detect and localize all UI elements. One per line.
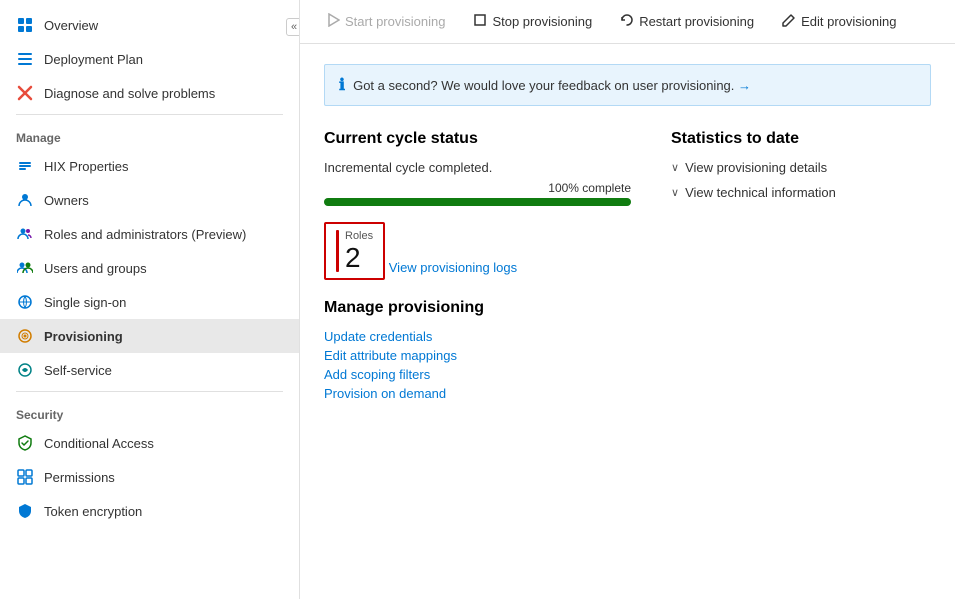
sidebar: « Overview Deployment Plan Diagnose and …	[0, 0, 300, 599]
left-column: Current cycle status Incremental cycle c…	[324, 130, 631, 405]
sidebar-item-diagnose-label: Diagnose and solve problems	[44, 86, 215, 101]
view-provisioning-details-item[interactable]: ∨ View provisioning details	[671, 160, 931, 175]
self-service-icon	[16, 361, 34, 379]
sidebar-item-users-groups[interactable]: Users and groups	[0, 251, 299, 285]
update-credentials-link[interactable]: Update credentials	[324, 329, 631, 344]
roles-icon	[16, 225, 34, 243]
stop-provisioning-button[interactable]: Stop provisioning	[463, 8, 602, 35]
add-scoping-filters-link[interactable]: Add scoping filters	[324, 367, 631, 382]
sidebar-item-provisioning[interactable]: Provisioning	[0, 319, 299, 353]
roles-card-inner: Roles 2	[336, 230, 373, 272]
sidebar-item-diagnose[interactable]: Diagnose and solve problems	[0, 76, 299, 110]
sidebar-item-token-encryption[interactable]: Token encryption	[0, 494, 299, 528]
sidebar-item-properties[interactable]: HIX Properties	[0, 149, 299, 183]
manage-section-label: Manage	[0, 119, 299, 149]
provisioning-icon	[16, 327, 34, 345]
edit-attribute-mappings-link[interactable]: Edit attribute mappings	[324, 348, 631, 363]
sidebar-item-overview[interactable]: Overview	[0, 8, 299, 42]
roles-card-content: Roles 2	[345, 230, 373, 272]
start-provisioning-label: Start provisioning	[345, 14, 445, 29]
roles-card-bar	[336, 230, 339, 272]
view-provisioning-details-label: View provisioning details	[685, 160, 827, 175]
cycle-status-text: Incremental cycle completed.	[324, 160, 631, 175]
overview-icon	[16, 16, 34, 34]
sidebar-item-roles-label: Roles and administrators (Preview)	[44, 227, 246, 242]
start-icon	[326, 13, 340, 30]
edit-provisioning-label: Edit provisioning	[801, 14, 896, 29]
manage-provisioning-title: Manage provisioning	[324, 299, 631, 317]
users-groups-icon	[16, 259, 34, 277]
progress-bar-fill	[324, 198, 631, 206]
sidebar-item-properties-label: HIX Properties	[44, 159, 129, 174]
diagnose-icon	[16, 84, 34, 102]
sidebar-item-overview-label: Overview	[44, 18, 98, 33]
current-cycle-section: Current cycle status Incremental cycle c…	[324, 130, 631, 299]
roles-card: Roles 2	[324, 222, 385, 280]
roles-card-value: 2	[345, 244, 373, 272]
columns-layout: Current cycle status Incremental cycle c…	[324, 130, 931, 405]
chevron-down-icon-2: ∨	[671, 186, 679, 199]
manage-provisioning-section: Manage provisioning Update credentials E…	[324, 299, 631, 401]
sidebar-item-token-label: Token encryption	[44, 504, 142, 519]
permissions-icon	[16, 468, 34, 486]
sidebar-item-conditional-access[interactable]: Conditional Access	[0, 426, 299, 460]
banner-text: Got a second? We would love your feedbac…	[353, 78, 751, 93]
stop-icon	[473, 13, 487, 30]
provision-on-demand-link[interactable]: Provision on demand	[324, 386, 631, 401]
toolbar: Start provisioning Stop provisioning Res…	[300, 0, 955, 44]
sidebar-item-permissions[interactable]: Permissions	[0, 460, 299, 494]
owners-icon	[16, 191, 34, 209]
sidebar-item-deployment-plan[interactable]: Deployment Plan	[0, 42, 299, 76]
view-technical-info-label: View technical information	[685, 185, 836, 200]
collapse-button[interactable]: «	[286, 18, 300, 36]
edit-icon	[782, 13, 796, 30]
sidebar-item-sso[interactable]: Single sign-on	[0, 285, 299, 319]
banner-link[interactable]: →	[738, 78, 751, 93]
info-icon: ℹ	[339, 75, 345, 95]
sidebar-item-ca-label: Conditional Access	[44, 436, 154, 451]
sso-icon	[16, 293, 34, 311]
progress-label: 100% complete	[324, 181, 631, 195]
statistics-title: Statistics to date	[671, 130, 931, 148]
start-provisioning-button[interactable]: Start provisioning	[316, 8, 455, 35]
content-area: ℹ Got a second? We would love your feedb…	[300, 44, 955, 599]
restart-icon	[620, 13, 634, 30]
restart-provisioning-label: Restart provisioning	[639, 14, 754, 29]
progress-bar	[324, 198, 631, 206]
chevron-down-icon-1: ∨	[671, 161, 679, 174]
sidebar-divider-2	[16, 391, 283, 392]
main-content: Start provisioning Stop provisioning Res…	[300, 0, 955, 599]
sidebar-item-roles[interactable]: Roles and administrators (Preview)	[0, 217, 299, 251]
sidebar-item-owners-label: Owners	[44, 193, 89, 208]
sidebar-item-permissions-label: Permissions	[44, 470, 115, 485]
sidebar-item-self-service-label: Self-service	[44, 363, 112, 378]
sidebar-item-users-groups-label: Users and groups	[44, 261, 147, 276]
restart-provisioning-button[interactable]: Restart provisioning	[610, 8, 764, 35]
sidebar-item-provisioning-label: Provisioning	[44, 329, 123, 344]
conditional-access-icon	[16, 434, 34, 452]
edit-provisioning-button[interactable]: Edit provisioning	[772, 8, 906, 35]
deployment-plan-icon	[16, 50, 34, 68]
sidebar-divider-1	[16, 114, 283, 115]
stop-provisioning-label: Stop provisioning	[492, 14, 592, 29]
sidebar-item-deployment-label: Deployment Plan	[44, 52, 143, 67]
security-section-label: Security	[0, 396, 299, 426]
right-column: Statistics to date ∨ View provisioning d…	[671, 130, 931, 405]
sidebar-item-self-service[interactable]: Self-service	[0, 353, 299, 387]
current-cycle-title: Current cycle status	[324, 130, 631, 148]
properties-icon	[16, 157, 34, 175]
token-encryption-icon	[16, 502, 34, 520]
view-provisioning-logs-link[interactable]: View provisioning logs	[389, 260, 517, 275]
sidebar-item-sso-label: Single sign-on	[44, 295, 126, 310]
view-technical-info-item[interactable]: ∨ View technical information	[671, 185, 931, 200]
roles-card-label: Roles	[345, 230, 373, 242]
sidebar-item-owners[interactable]: Owners	[0, 183, 299, 217]
info-banner: ℹ Got a second? We would love your feedb…	[324, 64, 931, 106]
